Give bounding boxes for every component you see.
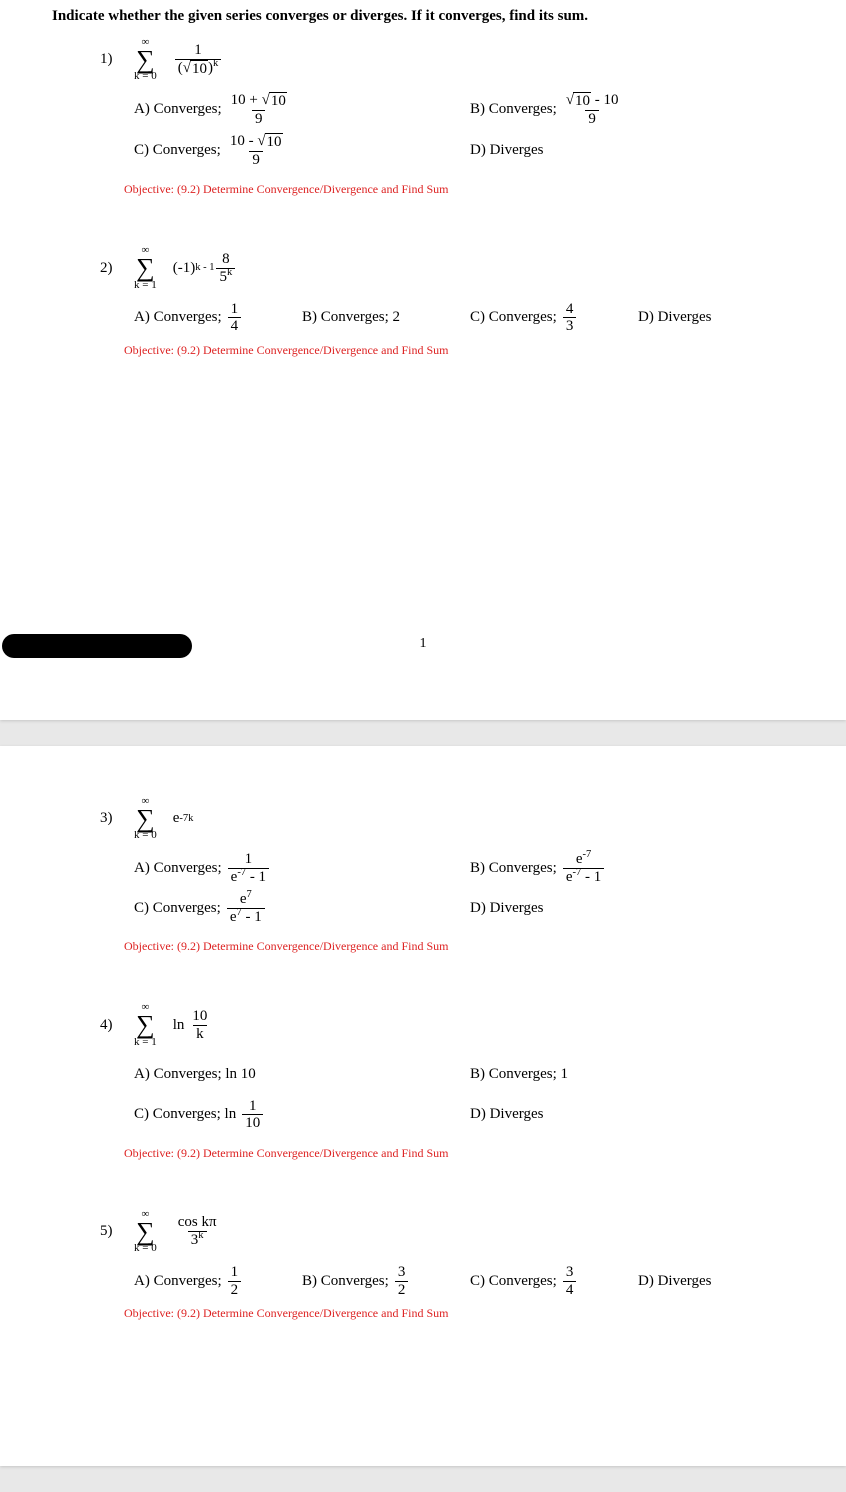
- option-d: D) Diverges: [470, 891, 806, 925]
- option-b: B) Converges; 1: [470, 1058, 806, 1092]
- problem-2: 2) ∞ ∑ k = 1 (-1)k - 1 8 5k A) Converges…: [100, 245, 806, 357]
- objective-text: Objective: (9.2) Determine Convergence/D…: [124, 1306, 806, 1321]
- series-expression: e-7k: [173, 810, 194, 827]
- sigma-notation: ∞ ∑ k = 0: [134, 1209, 157, 1254]
- option-a: A) Converges; 12: [134, 1264, 302, 1298]
- sigma-notation: ∞ ∑ k = 0: [134, 796, 157, 841]
- page-2: 3) ∞ ∑ k = 0 e-7k A) Converges; 1 e-7 - …: [0, 746, 846, 1466]
- option-d: D) Diverges: [638, 301, 806, 335]
- option-c: C) Converges; 43: [470, 301, 638, 335]
- problem-3: 3) ∞ ∑ k = 0 e-7k A) Converges; 1 e-7 - …: [100, 796, 806, 954]
- redaction-block: [2, 634, 192, 658]
- series-expression: ln 10 k: [173, 1008, 213, 1042]
- answer-options: A) Converges; 1 e-7 - 1 B) Converges; e-…: [134, 851, 806, 931]
- answer-options: A) Converges; 14 B) Converges; 2 C) Conv…: [134, 301, 806, 335]
- instructions-heading: Indicate whether the given series conver…: [52, 8, 806, 25]
- problem-number: 4): [100, 1017, 124, 1034]
- option-a: A) Converges; ln 10: [134, 1058, 470, 1092]
- problem-1: 1) ∞ ∑ k = 0 1 (10)k A) Converges; 10 + …: [100, 37, 806, 197]
- sigma-notation: ∞ ∑ k = 0: [134, 37, 157, 82]
- option-c: C) Converges; e7 e7 - 1: [134, 891, 470, 925]
- objective-text: Objective: (9.2) Determine Convergence/D…: [124, 343, 806, 358]
- option-b: B) Converges; 10 - 10 9: [470, 92, 806, 127]
- option-b: B) Converges; e-7 e-7 - 1: [470, 851, 806, 885]
- option-a: A) Converges; 14: [134, 301, 302, 335]
- option-b: B) Converges; 32: [302, 1264, 470, 1298]
- objective-text: Objective: (9.2) Determine Convergence/D…: [124, 182, 806, 197]
- option-c: C) Converges; ln 110: [134, 1098, 470, 1132]
- objective-text: Objective: (9.2) Determine Convergence/D…: [124, 939, 806, 954]
- option-d: D) Diverges: [470, 133, 806, 168]
- option-d: D) Diverges: [638, 1264, 806, 1298]
- series-expression: (-1)k - 1 8 5k: [173, 251, 238, 285]
- problem-number: 3): [100, 810, 124, 827]
- sigma-notation: ∞ ∑ k = 1: [134, 1002, 157, 1047]
- problem-number: 5): [100, 1223, 124, 1240]
- option-c: C) Converges; 34: [470, 1264, 638, 1298]
- problem-number: 1): [100, 51, 124, 68]
- answer-options: A) Converges; 12 B) Converges; 32 C) Con…: [134, 1264, 806, 1298]
- problem-number: 2): [100, 260, 124, 277]
- answer-options: A) Converges; 10 + 10 9 B) Converges; 10…: [134, 92, 806, 174]
- option-c: C) Converges; 10 - 10 9: [134, 133, 470, 168]
- series-expression: 1 (10)k: [173, 42, 223, 77]
- series-expression: cos kπ 3k: [173, 1214, 222, 1248]
- option-a: A) Converges; 1 e-7 - 1: [134, 851, 470, 885]
- option-d: D) Diverges: [470, 1098, 806, 1132]
- answer-options: A) Converges; ln 10 B) Converges; 1 C) C…: [134, 1058, 806, 1138]
- option-a: A) Converges; 10 + 10 9: [134, 92, 470, 127]
- option-b: B) Converges; 2: [302, 301, 470, 335]
- problem-4: 4) ∞ ∑ k = 1 ln 10 k A) Converges; ln 10…: [100, 1002, 806, 1160]
- objective-text: Objective: (9.2) Determine Convergence/D…: [124, 1146, 806, 1161]
- page-number: 1: [420, 636, 427, 652]
- sigma-notation: ∞ ∑ k = 1: [134, 245, 157, 290]
- page-1: Indicate whether the given series conver…: [0, 0, 846, 720]
- problem-5: 5) ∞ ∑ k = 0 cos kπ 3k A) Converges; 12 …: [100, 1209, 806, 1321]
